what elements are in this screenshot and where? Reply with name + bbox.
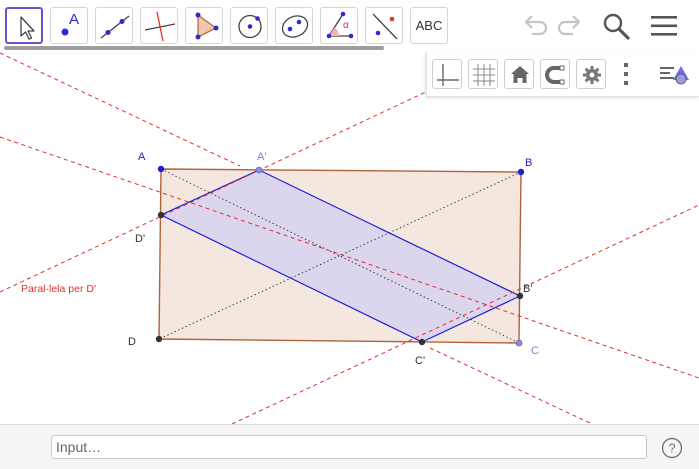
parallel-line-label: Paral·lela per D' (21, 283, 96, 295)
input-field[interactable] (51, 435, 647, 459)
angle-icon (326, 11, 354, 39)
settings-button[interactable] (576, 59, 606, 89)
toolbar: A α ABC (0, 0, 699, 50)
circle-tool-button[interactable] (230, 7, 268, 44)
style-bar-toggle-button[interactable] (657, 60, 693, 88)
point-D1[interactable] (157, 211, 165, 219)
gear-icon (583, 66, 601, 84)
graphics-view[interactable]: A B C D A' B' C' D' Paral·lela per D' (0, 50, 699, 424)
style-bar (426, 52, 699, 97)
point-C[interactable] (515, 339, 523, 347)
cursor-arrow-icon (20, 16, 35, 40)
search-icon (603, 13, 630, 40)
polygon-tool-button[interactable] (185, 7, 223, 44)
grid-toggle-button[interactable] (468, 59, 498, 89)
dashed-line-bottom-right[interactable] (429, 347, 593, 424)
conic-tool-button[interactable] (275, 7, 313, 44)
point-A[interactable] (157, 165, 165, 173)
label-B1: B' (523, 283, 532, 295)
undo-icon (524, 15, 548, 36)
label-B: B (525, 157, 532, 169)
label-A: A (138, 151, 146, 163)
point-A1[interactable] (255, 166, 263, 174)
point-tool-label: A (69, 11, 80, 28)
main-menu-button[interactable] (648, 10, 680, 42)
label-A1: A' (257, 151, 266, 163)
label-D: D (128, 336, 136, 348)
home-icon (511, 66, 529, 83)
circle-center-point-icon (238, 14, 262, 39)
point-C1[interactable] (418, 338, 426, 346)
triangle-icon (195, 12, 219, 40)
point-tool-button[interactable]: A (50, 7, 88, 44)
label-C1: C' (415, 355, 425, 367)
magnet-icon (545, 65, 565, 85)
redo-button[interactable] (555, 10, 587, 42)
redo-icon (557, 15, 581, 36)
search-button[interactable] (600, 10, 632, 42)
angle-tool-label: α (343, 20, 349, 31)
axes-icon (437, 64, 459, 86)
point-B[interactable] (517, 168, 525, 176)
more-icon (624, 63, 628, 85)
move-tool-button[interactable] (5, 7, 43, 44)
standard-view-button[interactable] (504, 59, 534, 89)
angle-tool-button[interactable]: α (320, 7, 358, 44)
menu-icon (651, 16, 677, 36)
input-help-button[interactable]: ? (661, 437, 683, 459)
line-icon (100, 15, 130, 39)
grid-icon (473, 64, 495, 86)
perpendicular-line-icon (144, 11, 176, 42)
undo-button[interactable] (518, 10, 550, 42)
more-options-button[interactable] (619, 59, 633, 89)
label-D1: D' (135, 233, 145, 245)
point-capturing-button[interactable] (540, 59, 570, 89)
svg-text:?: ? (668, 441, 675, 456)
text-tool-button[interactable]: ABC (410, 7, 448, 44)
style-bar-toggle-icon (660, 66, 689, 85)
help-icon: ? (661, 437, 683, 459)
ellipse-icon (281, 15, 309, 38)
reflect-tool-button[interactable] (365, 7, 403, 44)
axes-toggle-button[interactable] (432, 59, 462, 89)
label-C: C (531, 345, 539, 357)
reflect-line-icon (372, 13, 398, 40)
text-tool-label: ABC (415, 18, 443, 33)
input-bar: ? (0, 424, 699, 469)
line-tool-button[interactable] (95, 7, 133, 44)
point-D[interactable] (155, 335, 163, 343)
perpendicular-tool-button[interactable] (140, 7, 178, 44)
